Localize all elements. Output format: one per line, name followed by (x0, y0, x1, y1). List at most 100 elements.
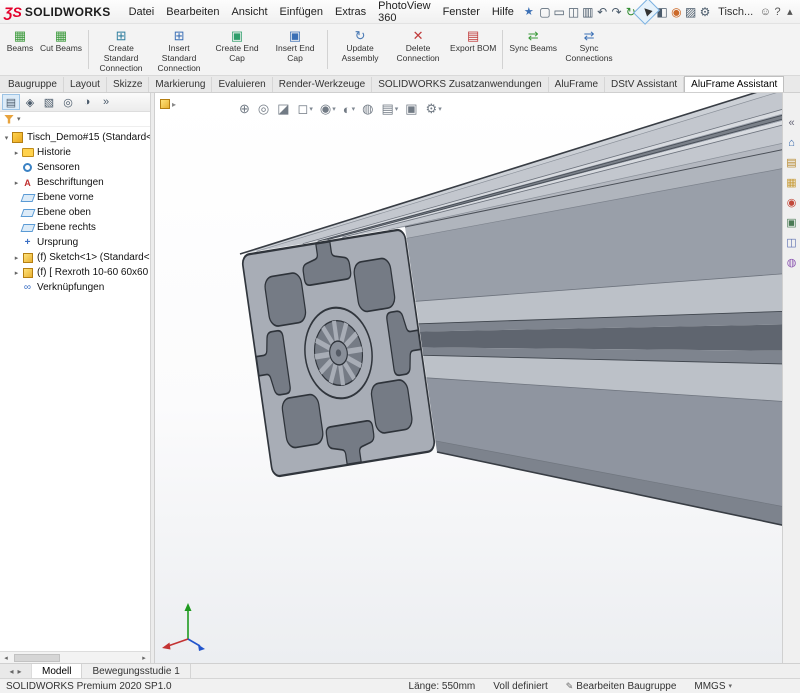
tab-baugruppe[interactable]: Baugruppe (2, 77, 64, 92)
menu-ansicht[interactable]: Ansicht (225, 3, 273, 21)
tab-render-werkzeuge[interactable]: Render-Werkzeuge (273, 77, 373, 92)
units-dropdown[interactable]: MMGS▾ (694, 681, 732, 692)
scene-icon[interactable]: ▣ (786, 217, 796, 229)
tab-modell[interactable]: Modell (32, 664, 82, 678)
collapse-toolbar-icon[interactable]: ▴ (784, 5, 796, 18)
pin-icon[interactable]: ★ (524, 5, 534, 18)
create-standard-connection-button[interactable]: ⊞ Create Standard Connection (92, 26, 150, 73)
flyout-featuremanager[interactable]: ▸ (160, 99, 176, 109)
tab-bewegungsstudie[interactable]: Bewegungsstudie 1 (82, 664, 190, 678)
insert-end-cap-button[interactable]: ▣ Insert End Cap (266, 26, 324, 73)
tree-item-ebene-vorne[interactable]: Ebene vorne (0, 190, 150, 205)
new-document-icon[interactable]: ▢ (538, 2, 552, 21)
tab-scroll-nav[interactable]: ◂ ▸ (0, 664, 32, 678)
appearances-icon[interactable]: ◉ (787, 197, 797, 209)
displaymanager-tab[interactable]: ◑ (78, 94, 96, 110)
tab-skizze[interactable]: Skizze (107, 77, 149, 92)
appearance-sphere-icon[interactable]: ◉ (669, 2, 683, 21)
undo-icon[interactable]: ↶ (595, 2, 609, 21)
save-icon[interactable]: ◫ (566, 2, 580, 21)
featuremanager-tab[interactable]: ▤ (2, 94, 20, 110)
menu-extras[interactable]: Extras (329, 3, 372, 21)
sync-beams-button[interactable]: ⇄ Sync Beams (506, 26, 560, 73)
panel-tabs-overflow-icon[interactable]: » (97, 94, 115, 110)
tree-horizontal-scrollbar[interactable]: ◂ ▸ (0, 651, 150, 663)
expand-arrow-icon[interactable]: ▸ (12, 269, 21, 277)
tab-scroll-left-icon[interactable]: ◂ (9, 667, 13, 676)
scene-icon[interactable]: ▤▾ (381, 101, 398, 117)
collapse-taskpane-icon[interactable]: « (788, 117, 794, 129)
menu-photoview[interactable]: PhotoView 360 (372, 0, 436, 27)
tree-item-sensoren[interactable]: Sensoren (0, 160, 150, 175)
print-icon[interactable]: ▥ (581, 2, 595, 21)
tab-markierung[interactable]: Markierung (149, 77, 212, 92)
help-icon[interactable]: ? (771, 6, 783, 18)
home-icon[interactable]: ⌂ (788, 137, 795, 149)
scrollbar-thumb[interactable] (14, 654, 60, 662)
scroll-right-icon[interactable]: ▸ (138, 654, 150, 662)
expand-arrow-icon[interactable]: ▸ (12, 179, 21, 187)
user-icon[interactable]: ☺ (759, 6, 771, 18)
tree-item-beschriftungen[interactable]: ▸ A Beschriftungen (0, 175, 150, 190)
3d-viewport[interactable]: ▸ ⊕ ◎ ◪ ◻▾ ◉▾ ◐▾ ◍ ▤▾ ▣ ⚙▾ (155, 93, 782, 663)
tree-item-verknuepfungen[interactable]: ∞ Verknüpfungen (0, 280, 150, 295)
menu-hilfe[interactable]: Hilfe (486, 3, 520, 21)
sync-connections-button[interactable]: ⇄ Sync Connections (560, 26, 618, 73)
custom-properties-icon[interactable]: ◫ (786, 237, 796, 249)
toolbox-icon[interactable]: ▨ (684, 2, 698, 21)
file-explorer-icon[interactable]: ▦ (786, 177, 796, 189)
update-assembly-button[interactable]: ↻ Update Assembly (331, 26, 389, 73)
tree-item-historie[interactable]: ▸ Historie (0, 145, 150, 160)
flyout-expand-icon[interactable]: ▸ (172, 100, 176, 109)
design-library-icon[interactable]: ▤ (786, 157, 796, 169)
forum-icon[interactable]: ◍ (787, 257, 797, 269)
hide-show-icon[interactable]: ◐▾ (343, 102, 355, 117)
scroll-left-icon[interactable]: ◂ (0, 654, 12, 662)
redo-icon[interactable]: ↷ (609, 2, 623, 21)
tree-item-ebene-oben[interactable]: Ebene oben (0, 205, 150, 220)
menu-bearbeiten[interactable]: Bearbeiten (160, 3, 225, 21)
view-orientation-icon[interactable]: ◻▾ (298, 101, 313, 117)
tab-dstv-assistant[interactable]: DStV Assistant (605, 77, 684, 92)
zoom-fit-icon[interactable]: ⊕ (239, 101, 251, 117)
propertymanager-tab[interactable]: ◈ (21, 94, 39, 110)
export-bom-button[interactable]: ▤ Export BOM (447, 26, 499, 73)
display-style-icon[interactable]: ◉▾ (320, 101, 336, 117)
tab-aluframe-assistant[interactable]: AluFrame Assistant (684, 76, 784, 92)
tab-aluframe[interactable]: AluFrame (549, 77, 605, 92)
tree-filter-row[interactable]: ▾ (0, 112, 150, 127)
cut-beams-button[interactable]: ▦ Cut Beams (37, 26, 85, 73)
beams-button[interactable]: ▦ Beams (3, 26, 37, 73)
menu-fenster[interactable]: Fenster (437, 3, 486, 21)
tab-scroll-right-icon[interactable]: ▸ (18, 667, 22, 676)
tree-item-root[interactable]: ▾ Tisch_Demo#15 (Standard<Anzeigest (0, 130, 150, 145)
tree-item-ebene-rechts[interactable]: Ebene rechts (0, 220, 150, 235)
plane-icon (20, 209, 35, 217)
expand-arrow-icon[interactable]: ▾ (2, 134, 11, 142)
aluminum-profile-model[interactable] (155, 93, 782, 663)
menu-datei[interactable]: Datei (123, 3, 161, 21)
options-icon[interactable]: ⚙▾ (426, 101, 442, 117)
section-view-icon[interactable]: ◪ (277, 101, 290, 117)
open-icon[interactable]: ▭ (552, 2, 566, 21)
tree-item-label: Historie (37, 147, 71, 158)
tree-item-ursprung[interactable]: + Ursprung (0, 235, 150, 250)
menu-einfuegen[interactable]: Einfügen (274, 3, 329, 21)
tree-item-rexroth-profile[interactable]: ▸ (f) [ Rexroth 10-60 60x60 8f3da8bc (0, 265, 150, 280)
expand-arrow-icon[interactable]: ▸ (12, 254, 21, 262)
appearance-icon[interactable]: ◍ (362, 101, 374, 117)
tab-layout[interactable]: Layout (64, 77, 107, 92)
camera-icon[interactable]: ▣ (405, 101, 418, 117)
flyout-assembly-icon (160, 99, 170, 109)
expand-arrow-icon[interactable]: ▸ (12, 149, 21, 157)
tree-item-sketch[interactable]: ▸ (f) Sketch<1> (Standard<<Standa (0, 250, 150, 265)
zoom-area-icon[interactable]: ◎ (258, 101, 270, 117)
options-gear-icon[interactable]: ⚙ (698, 2, 712, 21)
configurationmanager-tab[interactable]: ▧ (40, 94, 58, 110)
dimxpertmanager-tab[interactable]: ◎ (59, 94, 77, 110)
delete-connection-button[interactable]: ✕ Delete Connection (389, 26, 447, 73)
create-end-cap-button[interactable]: ▣ Create End Cap (208, 26, 266, 73)
tab-zusatzanwendungen[interactable]: SOLIDWORKS Zusatzanwendungen (372, 77, 548, 92)
insert-standard-connection-button[interactable]: ⊞ Insert Standard Connection (150, 26, 208, 73)
tab-evaluieren[interactable]: Evaluieren (212, 77, 272, 92)
